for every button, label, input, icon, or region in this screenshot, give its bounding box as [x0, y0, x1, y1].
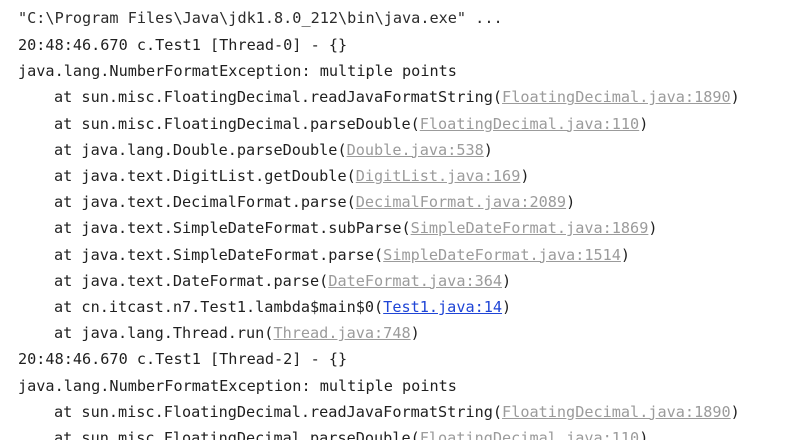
stack-frame-close-paren: ) — [639, 114, 649, 133]
stack-frame-method: at sun.misc.FloatingDecimal.parseDouble( — [54, 114, 420, 133]
stack-frame-line: at java.text.SimpleDateFormat.parse(Simp… — [54, 242, 630, 268]
stack-frame-method: at sun.misc.FloatingDecimal.readJavaForm… — [54, 402, 503, 421]
exception-line: java.lang.NumberFormatException: multipl… — [18, 62, 457, 81]
source-file-link[interactable]: DateFormat.java:364 — [328, 272, 502, 290]
stack-frame-method: at java.text.SimpleDateFormat.parse( — [54, 245, 384, 264]
stack-frame-line: at java.text.DateFormat.parse(DateFormat… — [54, 268, 511, 294]
stack-frame-method: at java.text.SimpleDateFormat.subParse( — [54, 219, 411, 238]
stack-frame-method: at java.text.DigitList.getDouble( — [54, 167, 356, 185]
log-line: 20:48:46.670 c.Test1 [Thread-2] - {} — [18, 350, 348, 369]
command-line: "C:\Program Files\Java\jdk1.8.0_212\bin\… — [18, 9, 503, 27]
source-file-link[interactable]: SimpleDateFormat.java:1514 — [383, 246, 621, 264]
stack-frame-close-paren: ) — [502, 271, 512, 290]
stack-frame-method: at java.lang.Thread.run( — [54, 324, 274, 343]
stack-frame-close-paren: ) — [620, 245, 631, 264]
stack-frame-line: at sun.misc.FloatingDecimal.parseDouble(… — [54, 425, 648, 440]
stack-frame-line: at java.text.SimpleDateFormat.subParse(S… — [54, 215, 658, 241]
stack-frame-method: at java.lang.Double.parseDouble( — [54, 140, 347, 159]
source-file-link[interactable]: FloatingDecimal.java:1890 — [502, 88, 731, 106]
source-file-link[interactable]: DigitList.java:169 — [356, 167, 521, 185]
console-output[interactable]: "C:\Program Files\Java\jdk1.8.0_212\bin\… — [0, 0, 805, 440]
stack-frame-close-paren: ) — [483, 140, 493, 159]
stack-frame-line: at java.lang.Double.parseDouble(Double.j… — [54, 137, 493, 163]
stack-frame-line: at sun.misc.FloatingDecimal.readJavaForm… — [54, 84, 740, 110]
source-file-link[interactable]: DecimalFormat.java:2089 — [356, 193, 566, 211]
stack-frame-close-paren: ) — [730, 88, 740, 107]
stack-frame-close-paren: ) — [410, 324, 420, 343]
stack-frame-method: at java.text.DecimalFormat.parse( — [54, 193, 356, 212]
source-file-link[interactable]: FloatingDecimal.java:110 — [420, 429, 639, 440]
source-file-link[interactable]: SimpleDateFormat.java:1869 — [411, 219, 649, 237]
source-file-link[interactable]: Thread.java:748 — [273, 324, 410, 342]
stack-frame-method: at java.text.DateFormat.parse( — [54, 271, 329, 290]
stack-frame-line: at sun.misc.FloatingDecimal.parseDouble(… — [54, 111, 648, 137]
source-file-link[interactable]: Test1.java:14 — [383, 298, 502, 316]
stack-frame-close-paren: ) — [502, 298, 512, 316]
stack-frame-line: at java.lang.Thread.run(Thread.java:748) — [54, 320, 420, 346]
log-line: 20:48:46.670 c.Test1 [Thread-0] - {} — [18, 36, 348, 54]
source-file-link[interactable]: FloatingDecimal.java:1890 — [502, 403, 731, 421]
stack-frame-close-paren: ) — [730, 402, 740, 421]
stack-frame-close-paren: ) — [648, 219, 658, 238]
stack-frame-close-paren: ) — [639, 429, 649, 440]
stack-frame-close-paren: ) — [566, 193, 576, 212]
stack-frame-line: at sun.misc.FloatingDecimal.readJavaForm… — [54, 399, 740, 425]
stack-frame-method: at sun.misc.FloatingDecimal.readJavaForm… — [54, 88, 503, 107]
exception-line: java.lang.NumberFormatException: multipl… — [18, 376, 457, 395]
stack-frame-line: at java.text.DecimalFormat.parse(Decimal… — [54, 189, 575, 215]
source-file-link[interactable]: Double.java:538 — [347, 141, 484, 159]
source-file-link[interactable]: FloatingDecimal.java:110 — [420, 115, 639, 133]
stack-frame-method: at cn.itcast.n7.Test1.lambda$main$0( — [54, 298, 384, 316]
stack-frame-close-paren: ) — [520, 167, 530, 185]
stack-frame-line: at java.text.DigitList.getDouble(DigitLi… — [54, 163, 530, 189]
stack-frame-line: at cn.itcast.n7.Test1.lambda$main$0(Test… — [54, 294, 511, 320]
stack-frame-method: at sun.misc.FloatingDecimal.parseDouble( — [54, 429, 420, 440]
